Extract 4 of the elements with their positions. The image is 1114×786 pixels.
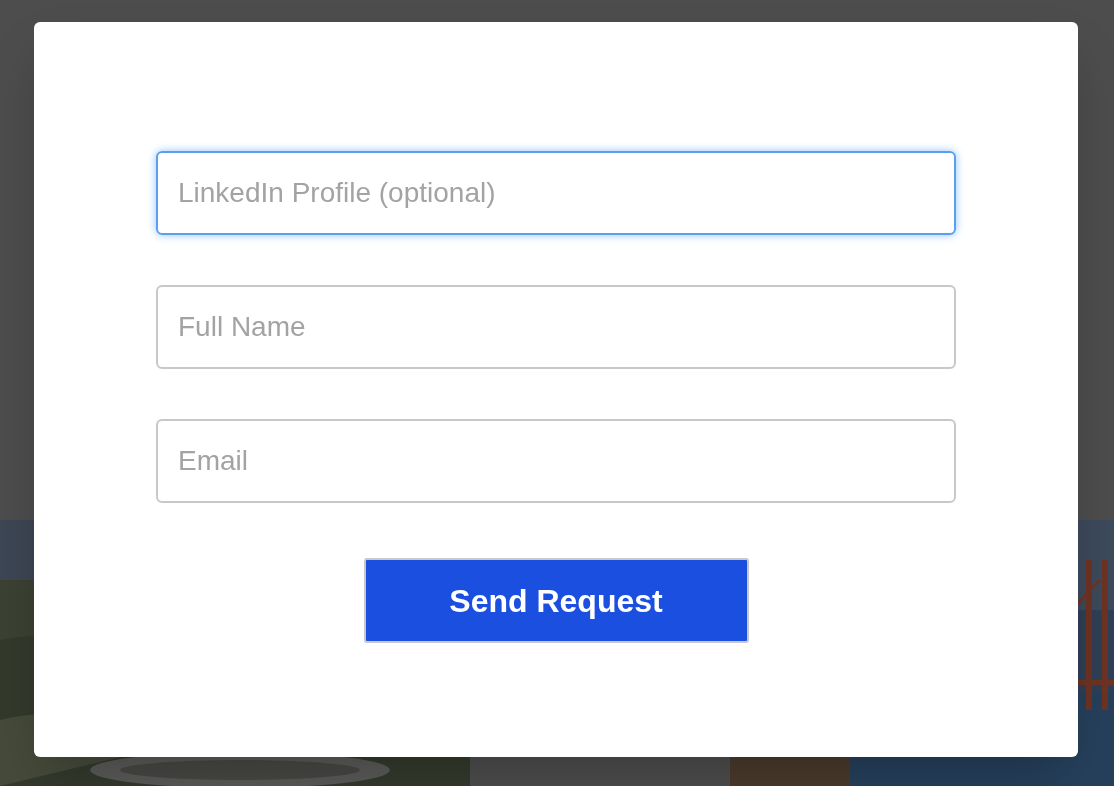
- input-field[interactable]: Full Name: [156, 285, 956, 369]
- input-field[interactable]: LinkedIn Profile (optional): [156, 151, 956, 235]
- input-field[interactable]: Email: [156, 419, 956, 503]
- send-request-button[interactable]: Send Request: [363, 558, 749, 643]
